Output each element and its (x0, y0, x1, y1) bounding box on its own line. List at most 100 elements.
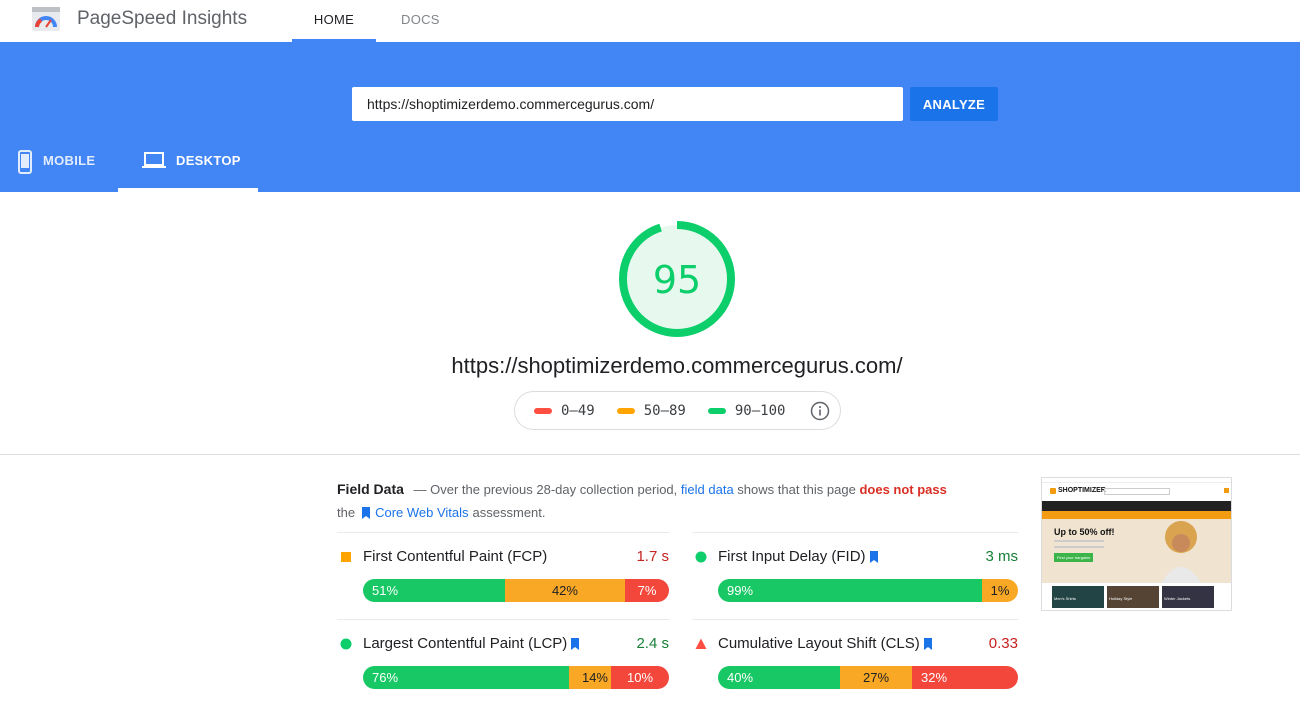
metric-cls-name: Cumulative Layout Shift (CLS) (718, 635, 933, 652)
active-device-indicator (118, 188, 258, 192)
field-data-title: Field Data (337, 481, 404, 497)
metric-cls-value: 0.33 (988, 635, 1018, 652)
field-data-desc-3: the (337, 505, 356, 520)
field-data-desc-1: — Over the previous 28-day collection pe… (413, 482, 678, 497)
tab-mobile-label: MOBILE (43, 153, 96, 168)
metric-lcp-value: 2.4 s (636, 635, 669, 652)
top-bar: PageSpeed Insights HOME DOCS (0, 0, 1300, 42)
fcp-poor-segment: 7% (625, 579, 669, 602)
field-data-header-line2: the Core Web Vitals assessment. (337, 505, 546, 520)
thumb-cart-icon (1224, 488, 1229, 493)
metric-fid-value: 3 ms (985, 548, 1018, 565)
fid-good-segment: 99% (718, 579, 982, 602)
metric-lcp: Largest Contentful Paint (LCP) 2.4 s 76%… (337, 619, 669, 703)
lcp-poor-segment: 10% (611, 666, 669, 689)
legend-average-marker (616, 407, 635, 414)
core-web-vital-bookmark-icon (923, 637, 932, 650)
thumb-tile-2-label: Holiday Style (1109, 596, 1133, 601)
lcp-good-pct: 76% (372, 670, 399, 685)
metric-lcp-name: Largest Contentful Paint (LCP) (363, 635, 580, 652)
legend-fail-label: 0–49 (561, 402, 595, 419)
legend-average-label: 50–89 (643, 402, 686, 419)
thumb-hero-button: Find your bargains (1054, 553, 1094, 562)
info-icon[interactable] (810, 401, 830, 421)
metric-cls-label: Cumulative Layout Shift (CLS) (718, 635, 920, 652)
thumb-tile-3-label: Winter Jackets (1164, 596, 1191, 601)
metric-fid-name: First Input Delay (FID) (718, 548, 879, 565)
thumb-header: SHOPTIMIZER (1042, 483, 1231, 501)
fid-good-pct: 99% (727, 583, 754, 598)
laptop-icon (142, 152, 166, 168)
bookmark-icon (362, 506, 371, 519)
fail-triangle-icon (695, 638, 707, 649)
thumb-tile-2: Holiday Style (1107, 586, 1159, 608)
metric-lcp-distribution: 76% 14% 10% (363, 666, 669, 689)
pass-circle-icon (695, 551, 707, 563)
field-data-link[interactable]: field data (681, 482, 734, 497)
cls-ni-pct: 27% (862, 670, 890, 685)
report-url: https://shoptimizerdemo.commercegurus.co… (451, 353, 903, 378)
analysis-header: ANALYZE MOBILE DESKTOP (0, 42, 1300, 192)
lcp-ni-segment: 14% (569, 666, 611, 689)
thumb-hero-text (1054, 540, 1104, 548)
metric-cls: Cumulative Layout Shift (CLS) 0.33 40% 2… (692, 619, 1018, 703)
lcp-ni-pct: 14% (581, 670, 608, 685)
metric-fcp-label: First Contentful Paint (FCP) (363, 548, 548, 565)
url-input[interactable] (352, 87, 903, 121)
smartphone-icon (18, 150, 32, 174)
score-legend: 0–49 50–89 90–100 (514, 391, 841, 430)
core-web-vital-bookmark-icon (571, 637, 580, 650)
nav-tab-docs[interactable]: DOCS (401, 12, 440, 27)
legend-fail-marker (534, 407, 552, 414)
core-web-vital-bookmark-icon (869, 550, 878, 563)
field-data-desc-2: shows that this page (737, 482, 856, 497)
nav-tab-home[interactable]: HOME (292, 12, 376, 27)
thumb-tiles: Men's Shirts Holiday Style Winter Jacket… (1042, 583, 1231, 608)
cls-good-pct: 40% (727, 670, 754, 685)
tab-desktop[interactable]: DESKTOP (142, 150, 241, 192)
metric-fcp: First Contentful Paint (FCP) 1.7 s 51% 4… (337, 532, 669, 616)
core-web-vitals-link[interactable]: Core Web Vitals (375, 505, 468, 520)
thumb-hero: Up to 50% off! Find your bargains (1042, 519, 1231, 583)
thumb-headline: Up to 50% off! (1054, 527, 1115, 537)
metric-fcp-distribution: 51% 42% 7% (363, 579, 669, 602)
field-data-header: Field Data — Over the previous 28-day co… (337, 481, 947, 497)
legend-pass-marker (707, 407, 726, 414)
fid-ni-pct: 1% (990, 583, 1010, 598)
performance-score: 95 (652, 258, 702, 302)
metric-cls-distribution: 40% 27% 32% (718, 666, 1018, 689)
thumb-brand: SHOPTIMIZER (1058, 487, 1106, 494)
fid-ni-segment: 1% (982, 579, 1018, 602)
average-square-icon (341, 552, 351, 562)
section-divider (0, 454, 1300, 455)
metric-fcp-name: First Contentful Paint (FCP) (363, 548, 547, 565)
metric-fid-label: First Input Delay (FID) (718, 548, 866, 565)
tab-mobile[interactable]: MOBILE (17, 150, 95, 192)
metric-fid: First Input Delay (FID) 3 ms 99% 1% (692, 532, 1018, 616)
assessment-verdict: does not pass (859, 482, 947, 497)
thumb-tile-1-label: Men's Shirts (1054, 596, 1076, 601)
pass-circle-icon (340, 638, 352, 650)
pagespeed-logo-icon (32, 7, 60, 31)
cls-good-segment: 40% (718, 666, 840, 689)
lcp-good-segment: 76% (363, 666, 569, 689)
lcp-poor-pct: 10% (626, 670, 654, 685)
legend-pass-label: 90–100 (734, 402, 786, 419)
page-screenshot-thumbnail: SHOPTIMIZER Up to 50% off! Find your bar… (1041, 477, 1232, 611)
thumb-tile-3: Winter Jackets (1162, 586, 1214, 608)
cls-ni-segment: 27% (840, 666, 912, 689)
metric-fcp-value: 1.7 s (636, 548, 669, 565)
legend-average: 50–89 (616, 402, 686, 419)
thumb-search-bar (1104, 488, 1170, 495)
thumb-hero-person-image (1161, 521, 1201, 583)
thumb-promo-bar (1042, 511, 1231, 519)
fcp-poor-pct: 7% (637, 583, 657, 598)
metric-fid-distribution: 99% 1% (718, 579, 1018, 602)
fcp-good-segment: 51% (363, 579, 505, 602)
analyze-button[interactable]: ANALYZE (910, 87, 998, 121)
thumb-nav-bar (1042, 501, 1231, 511)
field-data-desc-4: assessment. (472, 505, 546, 520)
tab-desktop-label: DESKTOP (176, 153, 241, 168)
legend-fail: 0–49 (534, 403, 595, 419)
legend-pass: 90–100 (707, 402, 786, 419)
